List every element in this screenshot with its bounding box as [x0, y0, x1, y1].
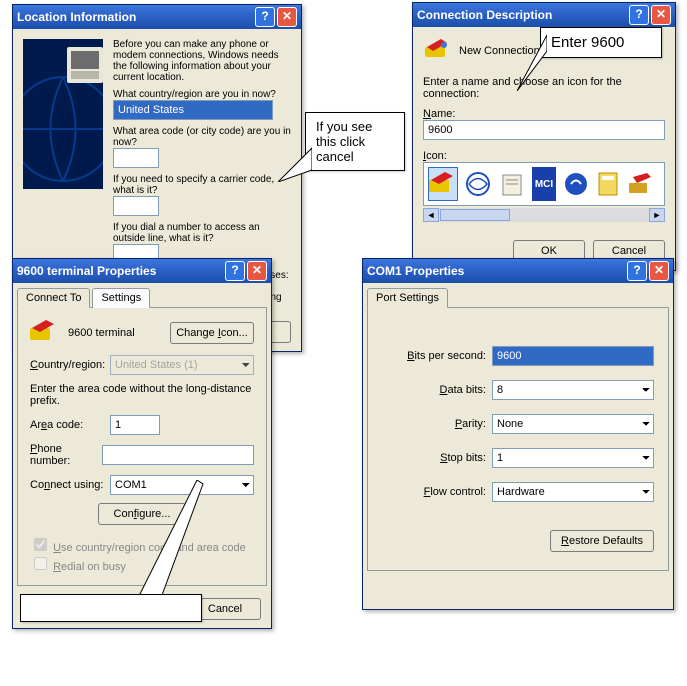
intro-text: Before you can make any phone or modem c… [113, 39, 291, 83]
outside-question: If you dial a number to access an outsid… [113, 222, 291, 244]
tab-connect-to[interactable]: Connect To [17, 288, 90, 308]
title-text: Connection Description [417, 8, 552, 22]
titlebar: Location Information ? ✕ [13, 5, 301, 29]
databits-combo[interactable]: 8 [492, 380, 654, 400]
close-button[interactable]: ✕ [651, 5, 671, 25]
location-art [23, 39, 103, 189]
icon-choice-6[interactable] [596, 167, 622, 201]
help-button[interactable]: ? [225, 261, 245, 281]
close-button[interactable]: ✕ [277, 7, 297, 27]
terminal-name: 9600 terminal [68, 327, 135, 339]
change-icon-button[interactable]: Change Icon... [170, 322, 254, 344]
icon-choice-7[interactable] [628, 167, 654, 201]
stopbits-combo[interactable]: 1 [492, 448, 654, 468]
area-prompt: Enter the area code without the long-dis… [30, 383, 254, 407]
icon-choice-5[interactable] [562, 167, 590, 201]
help-button[interactable]: ? [627, 261, 647, 281]
icon-choice-3[interactable] [498, 167, 526, 201]
connection-name-input[interactable] [423, 120, 665, 140]
callout-bottom [20, 594, 202, 622]
country-question: What country/region are you in now? [113, 89, 291, 100]
icon-choice-4[interactable]: MCI [532, 167, 556, 201]
title-text: 9600 terminal Properties [17, 264, 156, 278]
bps-combo[interactable]: 9600 [492, 346, 654, 366]
title-text: COM1 Properties [367, 264, 464, 278]
com1-properties-dialog: COM1 Properties ? ✕ Port Settings Bits p… [362, 258, 674, 610]
carrier-question: If you need to specify a carrier code, w… [113, 174, 291, 196]
country-combo[interactable]: United States [113, 100, 273, 120]
titlebar: COM1 Properties ? ✕ [363, 259, 673, 283]
parity-combo[interactable]: None [492, 414, 654, 434]
help-button[interactable]: ? [629, 5, 649, 25]
carrier-code-input[interactable] [113, 196, 159, 216]
help-button[interactable]: ? [255, 7, 275, 27]
tab-port-settings[interactable]: Port Settings [367, 288, 448, 308]
area-code-input[interactable] [113, 148, 159, 168]
scroll-right-button[interactable]: ► [649, 208, 665, 222]
terminal-icon [30, 320, 58, 345]
tab-settings[interactable]: Settings [92, 288, 150, 308]
icon-picker[interactable]: MCI [423, 162, 665, 206]
area-code-input[interactable] [110, 415, 160, 435]
titlebar: 9600 terminal Properties ? ✕ [13, 259, 271, 283]
phone-number-input[interactable] [102, 445, 254, 465]
scroll-thumb[interactable] [440, 209, 510, 221]
icon-scrollbar[interactable]: ◄ ► [423, 208, 665, 222]
icon-choice-2[interactable] [464, 167, 492, 201]
new-connection-icon [423, 37, 451, 64]
title-text: Location Information [17, 10, 136, 24]
titlebar: Connection Description ? ✕ [413, 3, 675, 27]
area-question: What area code (or city code) are you in… [113, 126, 291, 148]
close-button[interactable]: ✕ [247, 261, 267, 281]
callout-cancel: If you see this click cancel [305, 112, 405, 171]
country-combo: United States (1) [110, 355, 254, 375]
callout-enter-9600: Enter 9600 [540, 27, 662, 58]
restore-defaults-button[interactable]: Restore Defaults [550, 530, 654, 552]
scroll-left-button[interactable]: ◄ [423, 208, 439, 222]
icon-choice-1[interactable] [428, 167, 458, 201]
close-button[interactable]: ✕ [649, 261, 669, 281]
flowcontrol-combo[interactable]: Hardware [492, 482, 654, 502]
